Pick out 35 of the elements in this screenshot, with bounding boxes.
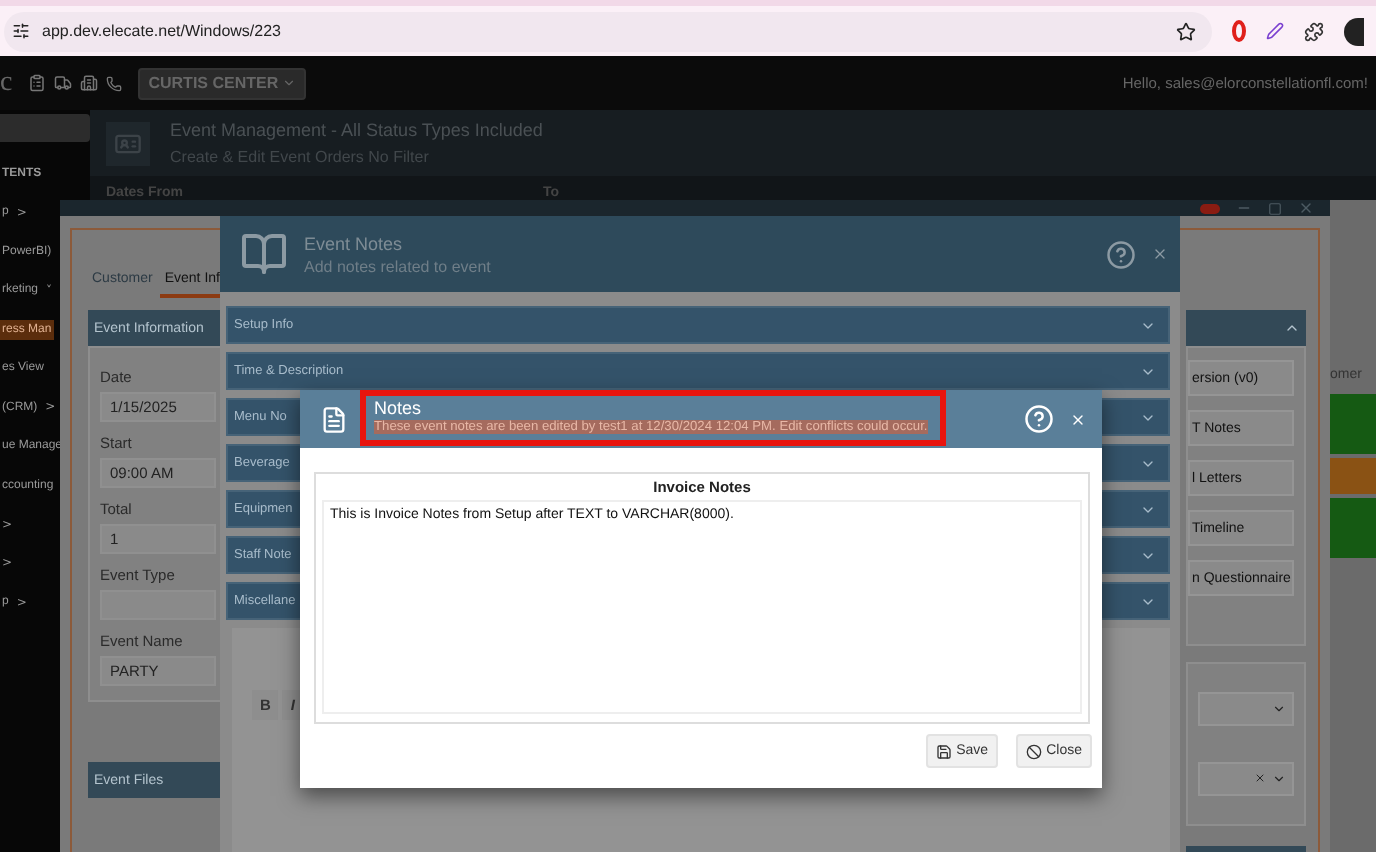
pen-icon[interactable] [1266,22,1284,40]
sidebar-search-field[interactable] [0,114,90,142]
address-bar[interactable]: app.dev.elecate.net/Windows/223 [4,11,1212,51]
clipboard-icon[interactable] [28,74,47,92]
select-field[interactable] [1198,692,1294,727]
ring-logo-icon[interactable] [1232,20,1246,42]
open-book-icon [240,230,288,278]
truck-icon[interactable] [54,74,73,92]
profile-avatar[interactable] [1344,17,1364,45]
logo-text: c [0,67,13,99]
building-icon[interactable] [80,74,99,92]
select-field[interactable] [1198,761,1294,796]
close-icon[interactable] [1152,246,1168,262]
id-card-icon [106,121,150,165]
dialog-subtitle: Add notes related to event [304,257,491,275]
caret-icon [282,76,297,90]
url-text: app.dev.elecate.net/Windows/223 [42,22,281,40]
caret-icon [1272,702,1286,717]
site-settings-icon[interactable] [12,22,30,40]
extensions-icon[interactable] [1304,21,1324,41]
dialog-title: Event Notes [304,233,405,253]
dialog-title: Notes [374,398,424,418]
clear-icon[interactable] [1254,772,1266,785]
caret-icon [1272,771,1286,786]
close-icon[interactable] [1298,200,1314,216]
bookmark-star-icon[interactable] [1176,21,1196,41]
close-icon [1026,743,1043,759]
status-block [1330,458,1376,494]
phone-icon[interactable] [106,75,123,91]
document-icon [320,405,348,433]
chevron-up-icon [1284,320,1300,336]
status-dots-icon [1200,203,1220,213]
status-block [1330,394,1376,454]
status-block [1330,498,1376,558]
help-icon[interactable] [1106,239,1136,269]
